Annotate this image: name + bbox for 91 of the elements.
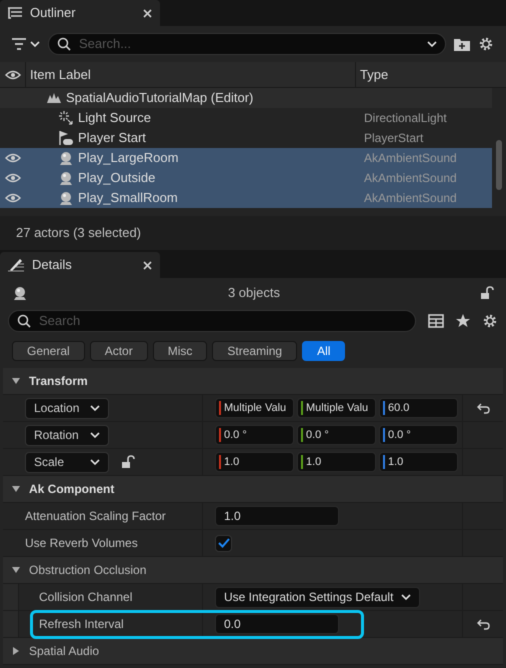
unlocked-icon[interactable] [121,455,135,469]
reset-icon[interactable] [476,402,490,414]
column-header[interactable]: Type [356,62,492,87]
item-type: AkAmbientSound [363,150,458,167]
item-type: AkAmbientSound [363,190,458,207]
property-label: Collision Channel [39,589,132,606]
item-type: PlayerStart [363,130,424,147]
outliner-row[interactable]: Play_SmallRoom AkAmbientSound [0,188,492,208]
search-field[interactable]: Search [8,310,416,332]
item-label: Play_LargeRoom [78,149,178,168]
search-field[interactable]: Search... [48,33,446,55]
axis-field[interactable]: 1.0 [379,452,458,472]
item-label: Play_Outside [78,169,156,188]
item-type: DirectionalLight [363,110,448,127]
axis-field[interactable]: 0.0 ° [297,425,376,445]
filter-tab[interactable]: All [302,341,346,361]
axis-field[interactable]: Multiple Valu [215,398,294,418]
outliner-row[interactable]: Light Source DirectionalLight [0,108,492,128]
property-label: Refresh Interval [39,616,124,633]
sphere-icon [58,170,74,186]
property-label: Use Reverb Volumes [25,535,138,552]
filter-tab[interactable]: General [12,341,85,361]
sun-icon [58,110,74,126]
column-header[interactable]: Item Label [26,62,356,87]
checkbox[interactable] [215,534,232,552]
transform-dropdown[interactable]: Location [25,398,109,418]
number-field[interactable]: 0.0 [215,614,339,634]
section-header[interactable]: Spatial Audio [3,638,503,665]
outliner-row[interactable]: Play_Outside AkAmbientSound [0,168,492,188]
search-icon [57,37,71,51]
search-input[interactable]: Search [39,311,407,331]
caret-icon [90,404,100,412]
visibility-icon[interactable] [5,193,21,203]
caret-icon [90,431,100,439]
item-label: Player Start [78,129,146,148]
pencil-icon [8,258,24,272]
close-icon[interactable] [143,8,152,18]
sphere-icon [12,285,28,301]
item-label: SpatialAudioTutorialMap (Editor) [66,89,254,108]
sphere-icon [58,150,74,166]
settings-icon[interactable] [482,313,498,329]
selection-count: 3 objects [226,284,282,302]
close-icon[interactable] [143,260,152,270]
item-label: Light Source [78,109,151,128]
status-text: 27 actors (3 selected) [16,224,142,242]
item-label: Play_SmallRoom [78,189,178,208]
add-folder-icon[interactable] [454,37,470,51]
section-header[interactable]: Transform [3,368,503,395]
filter-tab[interactable]: Streaming [212,341,298,361]
section-header[interactable]: Obstruction Occlusion [3,557,503,584]
axis-field[interactable]: 0.0 ° [215,425,294,445]
caret-icon [90,458,100,466]
reset-icon[interactable] [476,618,490,630]
panel-tab[interactable]: Details [0,252,160,278]
section-header[interactable]: Ak Component [3,476,503,503]
visibility-icon[interactable] [5,173,21,183]
axis-field[interactable]: 1.0 [215,452,294,472]
visibility-icon[interactable] [5,153,21,163]
flag-gamepad-icon [58,130,74,146]
filter-tab[interactable]: Misc [152,341,208,361]
caret-icon [30,40,40,48]
axis-field[interactable]: 60.0 [379,398,458,418]
search-icon [17,314,31,328]
transform-dropdown[interactable]: Rotation [25,424,109,446]
dropdown[interactable]: Use Integration Settings Default [215,586,420,608]
settings-icon[interactable] [478,36,494,52]
sphere-icon [58,190,74,206]
filter-icon [12,38,26,50]
filter-button[interactable] [12,38,40,50]
caret-icon [401,593,412,601]
caret-icon [427,40,437,48]
scrollbar-thumb[interactable] [496,140,502,190]
property-label: Attenuation Scaling Factor [25,508,166,525]
table-icon[interactable] [428,314,444,328]
number-field[interactable]: 1.0 [215,506,339,526]
outliner-row[interactable]: Player Start PlayerStart [0,128,492,148]
item-type: AkAmbientSound [363,170,458,187]
visibility-icon[interactable] [4,70,20,80]
outliner-row[interactable]: SpatialAudioTutorialMap (Editor) [0,88,492,108]
transform-dropdown[interactable]: Scale [25,452,109,472]
axis-field[interactable]: 0.0 ° [379,425,458,445]
axis-field[interactable]: Multiple Valu [297,398,376,418]
filter-tab[interactable]: Actor [90,341,148,361]
star-icon[interactable] [456,314,470,328]
unlocked-icon[interactable] [480,286,494,300]
outliner-row[interactable]: Play_LargeRoom AkAmbientSound [0,148,492,168]
map-icon [46,92,62,104]
search-input[interactable]: Search... [79,34,419,54]
panel-tab[interactable]: Outliner [0,0,160,26]
outliner-icon [8,7,22,19]
axis-field[interactable]: 1.0 [297,452,376,472]
